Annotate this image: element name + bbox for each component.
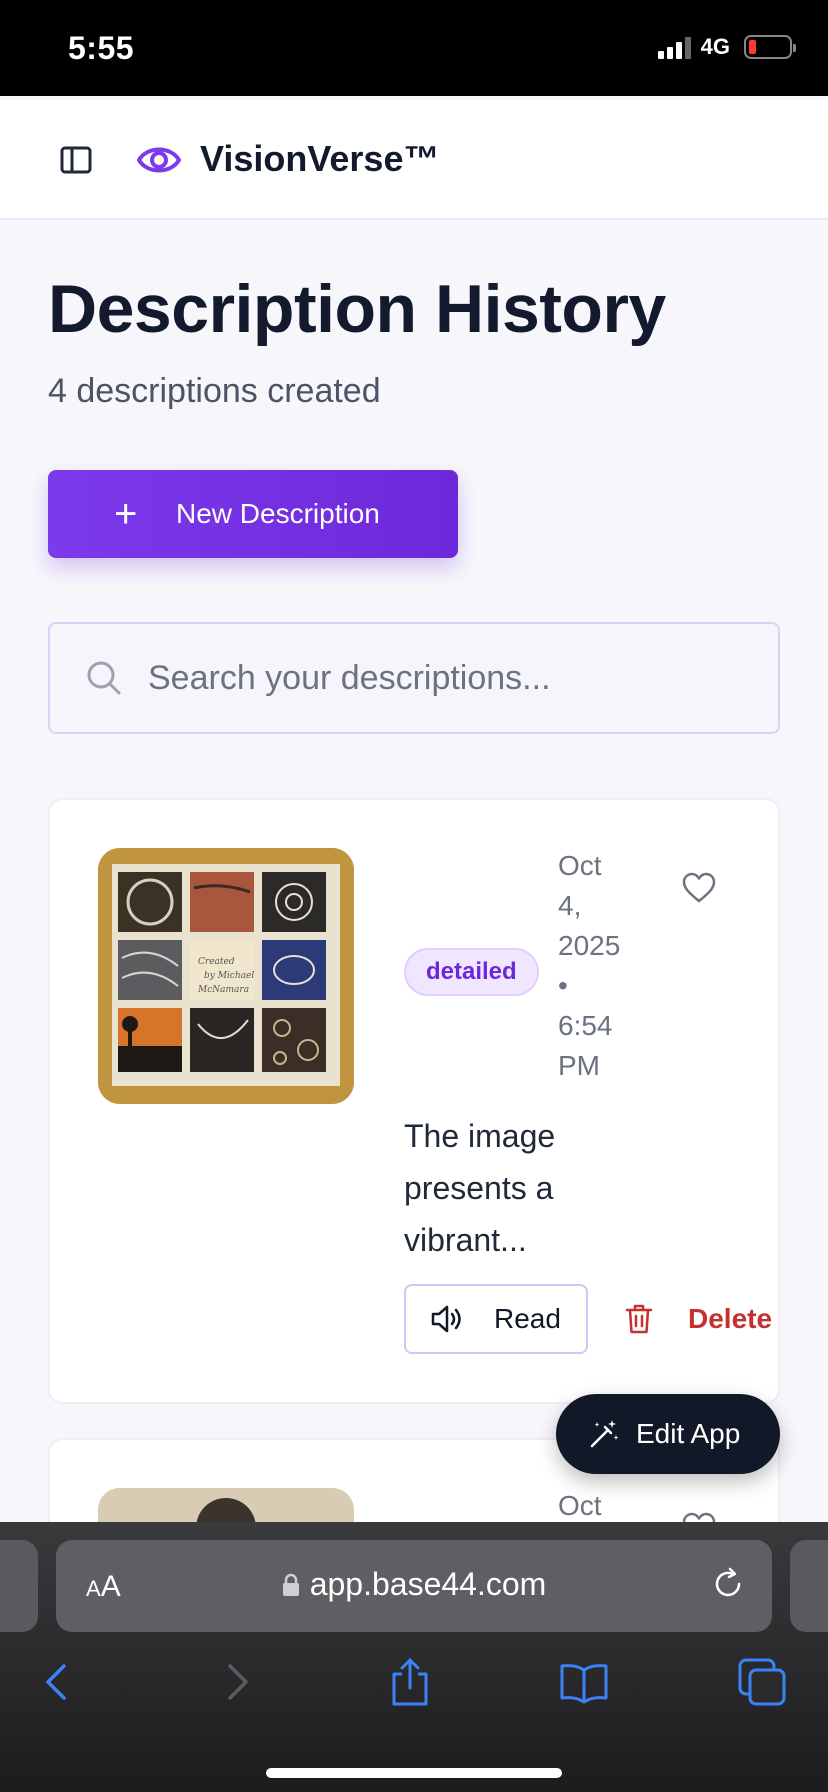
search-box[interactable] [48, 622, 780, 734]
next-tab-preview[interactable] [790, 1540, 828, 1632]
description-card[interactable]: Created by Michael McNamara detailed Oct… [48, 798, 780, 1404]
date-meridiem: PM [558, 1050, 600, 1081]
artwork-image: Created by Michael McNamara [98, 848, 354, 1104]
share-icon[interactable] [384, 1656, 436, 1708]
magic-wand-icon [590, 1420, 619, 1448]
bookmarks-icon[interactable] [558, 1656, 610, 1708]
svg-text:Created: Created [198, 957, 235, 967]
delete-label: Delete [688, 1303, 773, 1334]
edit-app-button[interactable]: Edit App [556, 1394, 780, 1474]
status-indicators: 4G [657, 34, 796, 60]
page-title: Description History [48, 271, 666, 347]
tabs-icon[interactable] [736, 1656, 788, 1708]
battery-icon [744, 35, 796, 59]
app-header: VisionVerse™ [0, 100, 828, 220]
status-bar: 5:55 4G [0, 0, 828, 96]
detail-level-badge: detailed [404, 948, 539, 996]
search-icon [87, 661, 121, 695]
eye-icon [137, 147, 181, 173]
speaker-icon [431, 1305, 461, 1333]
back-icon[interactable] [32, 1656, 84, 1708]
read-aloud-button[interactable]: Read [404, 1284, 588, 1354]
address-bar[interactable]: AA app.base44.com [56, 1540, 772, 1632]
previous-tab-preview[interactable] [0, 1540, 38, 1632]
edit-app-label: Edit App [636, 1418, 741, 1449]
new-description-label: New Description [176, 498, 380, 529]
browser-toolbar: AA app.base44.com [0, 1522, 828, 1792]
plus-icon: + [114, 491, 138, 536]
date-month: Oct [558, 1490, 602, 1521]
svg-text:McNamara: McNamara [197, 985, 249, 995]
reload-icon[interactable] [710, 1566, 746, 1602]
date-year: 2025 [558, 930, 621, 961]
date-month: Oct [558, 850, 602, 881]
delete-button[interactable]: Delete [624, 1284, 772, 1354]
date-day: 4, [558, 890, 582, 921]
new-description-button[interactable]: + New Description [48, 470, 458, 558]
date-time: 6:54 [558, 1010, 613, 1041]
sidebar-icon[interactable] [58, 142, 94, 178]
trash-icon [625, 1304, 653, 1334]
date-separator: • [558, 970, 568, 1001]
description-date: Oct 4, 2025 • 6:54 PM [558, 846, 648, 1086]
search-input[interactable] [148, 658, 778, 698]
favorite-heart-icon[interactable] [682, 872, 716, 904]
description-count: 4 descriptions created [48, 372, 381, 410]
description-thumbnail[interactable]: Created by Michael McNamara [98, 848, 354, 1104]
url-text: app.base44.com [309, 1566, 547, 1602]
description-excerpt[interactable]: The image presents a vibrant... [404, 1110, 604, 1266]
lock-icon [282, 1573, 299, 1596]
cellular-signal-icon [657, 35, 691, 59]
status-time: 5:55 [68, 30, 135, 66]
forward-icon[interactable] [210, 1656, 262, 1708]
network-type: 4G [700, 34, 730, 59]
brand-name[interactable]: VisionVerse™ [200, 138, 439, 180]
home-indicator [266, 1768, 562, 1778]
read-label: Read [494, 1303, 561, 1334]
svg-text:by Michael: by Michael [204, 971, 254, 981]
description-date: Oct [558, 1486, 648, 1526]
